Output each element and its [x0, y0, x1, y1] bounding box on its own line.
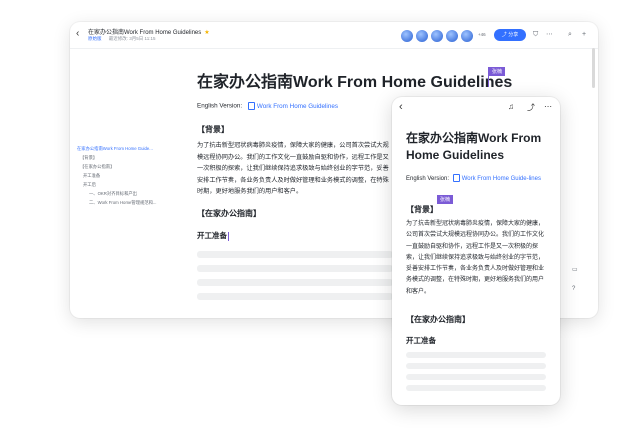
back-icon[interactable]: ‹ — [76, 28, 79, 39]
share-button[interactable]: ⤴ 分享 — [494, 29, 526, 41]
outline-item-guide[interactable]: 【在家办公指南】 — [77, 162, 182, 171]
section-start-text: 开工准备 — [197, 231, 227, 240]
background-paragraph[interactable]: 为了抗击新型冠状病毒肺炎疫情，保障大家的健康，公司首次尝试大规模远程协同办公。我… — [197, 140, 393, 198]
avatar[interactable] — [445, 29, 459, 43]
last-modified: 最近修改: 3月5日 11:15 — [108, 36, 156, 41]
text-cursor — [228, 231, 229, 241]
star-icon[interactable]: ★ — [204, 30, 209, 36]
avatar[interactable] — [430, 29, 444, 43]
avatar[interactable] — [460, 29, 474, 43]
section-start-heading[interactable]: 开工准备 — [197, 230, 229, 241]
mobile-document-title[interactable]: 在家办公指南Work From Home Guidelines — [406, 130, 554, 164]
search-icon[interactable]: ⌕ — [568, 29, 572, 41]
skeleton-line — [197, 279, 393, 286]
skeleton-line — [406, 374, 546, 380]
outline-item-wfh-rules[interactable]: 二、Work From Home管理规范和... — [77, 198, 182, 207]
scrollbar[interactable] — [592, 48, 595, 88]
mobile-section-start-heading[interactable]: 开工准备 — [406, 335, 436, 346]
mobile-section-guide-heading[interactable]: 【在家办公指南】 — [406, 314, 470, 325]
english-version-link[interactable]: Work From Home Guide-lines — [452, 174, 541, 183]
collaborator-count[interactable]: +46 — [478, 32, 486, 37]
outline-item-after-start[interactable]: 开工后 — [77, 180, 182, 189]
skeleton-line — [197, 265, 393, 272]
workspace-tag[interactable]: 原始版 — [88, 36, 102, 41]
help-icon[interactable]: ? — [572, 286, 575, 292]
share-icon[interactable]: ⤴ — [527, 102, 535, 113]
outline-panel: 在家办公指南Work From Home Guide... 【背景】 【在家办公… — [77, 144, 182, 207]
doc-icon — [247, 102, 255, 110]
bookmark-icon[interactable]: ⛉ — [533, 29, 538, 41]
section-guide-heading[interactable]: 【在家办公指南】 — [197, 208, 261, 219]
more-icon[interactable]: ⋯ — [544, 102, 552, 111]
document-title[interactable]: 在家办公指南Work From Home Guidelines — [197, 68, 512, 92]
add-icon[interactable]: + — [582, 29, 586, 41]
english-version-row: English Version: Work From Home Guidelin… — [197, 102, 338, 110]
english-version-label: English Version: — [406, 176, 450, 182]
section-background-heading[interactable]: 【背景】 — [197, 124, 229, 135]
skeleton-line — [406, 352, 546, 358]
doc-icon — [452, 174, 460, 183]
mobile-background-paragraph[interactable]: 为了抗击新型冠状病毒肺炎疫情，保障大家的健康，公司首次尝试大规模远程协同办公。我… — [406, 219, 548, 298]
outline-item-background[interactable]: 【背景】 — [77, 153, 182, 162]
header-doc-title: 在家办公指南Work From Home Guidelines ★ — [88, 27, 210, 36]
outline-item-start[interactable]: 开工准备 — [77, 171, 182, 180]
avatar[interactable] — [415, 29, 429, 43]
collaborator-cursor-label: 张楠 — [489, 67, 506, 76]
outline-item-title[interactable]: 在家办公指南Work From Home Guide... — [77, 144, 182, 153]
share-label: 分享 — [508, 32, 519, 38]
comment-icon[interactable]: ▭ — [572, 266, 578, 273]
collaborator-cursor-label: 张楠 — [437, 195, 454, 204]
top-bar: ‹ 在家办公指南Work From Home Guidelines ★ 原始版 最… — [70, 22, 598, 49]
skeleton-line — [406, 385, 546, 391]
english-version-link-text: Work From Home Guide-lines — [461, 176, 541, 182]
english-version-link[interactable]: Work From Home Guidelines — [247, 102, 338, 110]
english-version-link-text: Work From Home Guidelines — [256, 102, 338, 110]
skeleton-line — [197, 293, 393, 300]
mobile-window: ‹ ♫ ⤴ ⋯ 在家办公指南Work From Home Guidelines … — [392, 97, 560, 405]
english-version-label: English Version: — [197, 102, 243, 110]
skeleton-line — [406, 363, 546, 369]
back-icon[interactable]: ‹ — [399, 101, 403, 113]
more-icon[interactable]: ⋯ — [546, 29, 553, 41]
outline-item-okr[interactable]: 一、OKR对齐目标和产出 — [77, 189, 182, 198]
mobile-english-version-row: English Version: Work From Home Guide-li… — [406, 174, 548, 184]
header-subrow: 原始版 最近修改: 3月5日 11:15 — [88, 36, 155, 42]
bell-icon[interactable]: ♫ — [508, 102, 514, 111]
avatar[interactable] — [400, 29, 414, 43]
mobile-section-background-heading[interactable]: 【背景】 — [406, 204, 438, 215]
skeleton-line — [197, 251, 393, 258]
